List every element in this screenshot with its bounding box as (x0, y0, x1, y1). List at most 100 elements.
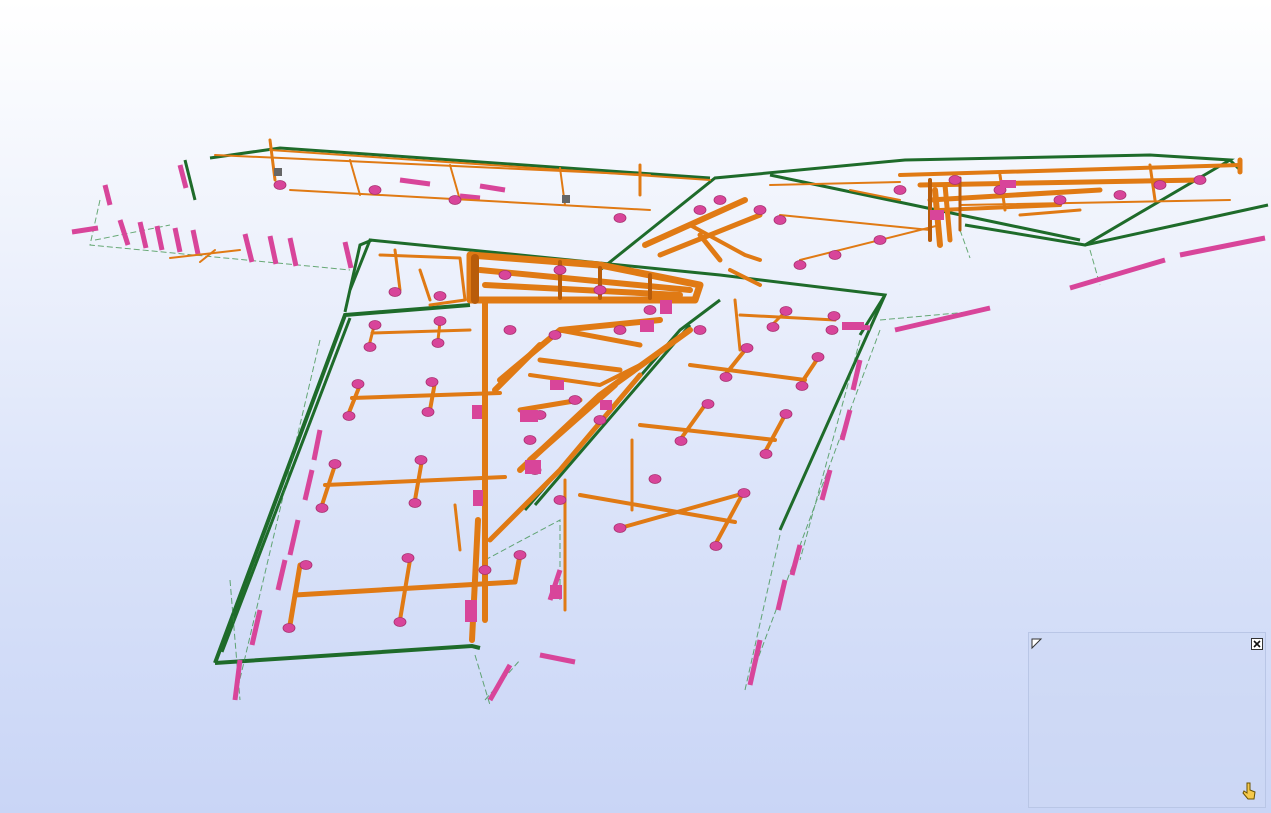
resize-corner-icon[interactable] (1031, 635, 1043, 650)
sprinkler-head (363, 342, 377, 352)
duct-bar (789, 544, 803, 576)
sprinkler-head (368, 185, 382, 195)
duct-bar (487, 663, 513, 702)
pipe (418, 268, 432, 302)
sprinkler-head (553, 265, 567, 275)
sprinkler-head (713, 195, 727, 205)
duct-bar (172, 227, 183, 253)
pipe-network (169, 138, 1243, 643)
pipe (453, 503, 462, 552)
sprinkler-head (431, 338, 445, 348)
pipe (289, 189, 651, 211)
pipe (346, 383, 362, 417)
duct-bar (287, 237, 299, 267)
sprinkler-head (779, 306, 793, 316)
pipe (557, 327, 643, 348)
pipe (537, 357, 623, 373)
sprinkler-head (893, 185, 907, 195)
duct-bar (249, 609, 263, 646)
duct-bar (267, 235, 279, 265)
pipe (688, 363, 807, 382)
duct-bar (1069, 257, 1166, 291)
sprinkler-head (368, 320, 382, 330)
sprinkler-head (737, 488, 751, 498)
equipment-block (930, 210, 944, 220)
gray-marker (274, 168, 282, 176)
duct-bar (177, 164, 189, 189)
sprinkler-head (793, 260, 807, 270)
equipment-block (600, 400, 612, 410)
pipe (799, 224, 941, 261)
sprinkler-head (553, 495, 567, 505)
pipe (798, 356, 820, 387)
gray-marker (562, 195, 570, 203)
duct-bar (399, 177, 431, 187)
pipe (938, 203, 1062, 212)
equipment-block (525, 460, 541, 474)
pipe (350, 391, 502, 400)
sprinkler-head (503, 325, 517, 335)
duct-bar (190, 229, 201, 255)
sprinkler-head (753, 205, 767, 215)
pipe (898, 163, 1242, 177)
sprinkler-head (414, 455, 428, 465)
duct-bar (459, 193, 481, 201)
equipment-block (550, 380, 564, 390)
duct-bar (775, 579, 788, 611)
duct-bar (71, 225, 99, 235)
sprinkler-head (719, 372, 733, 382)
sprinkler-head (523, 435, 537, 445)
sprinkler-head (593, 415, 607, 425)
pipe (678, 403, 707, 442)
sprinkler-head (773, 215, 787, 225)
duct-bar (154, 225, 165, 251)
sprinkler-head (299, 560, 313, 570)
duct-bar (479, 183, 506, 193)
sprinkler-head (759, 449, 773, 459)
navigation-mini-panel[interactable] (1028, 632, 1266, 808)
pipe (449, 164, 461, 201)
equipment-block (1000, 180, 1016, 188)
equipment-block (520, 410, 538, 422)
pipe (370, 328, 472, 335)
sprinkler-head (873, 235, 887, 245)
sprinkler-head (328, 459, 342, 469)
thin-edge (959, 229, 971, 259)
thin-edges (89, 199, 1101, 706)
sprinkler-head (513, 550, 527, 560)
sprinkler-head (408, 498, 422, 508)
sprinkler-head (709, 541, 723, 551)
sprinkler-head (825, 325, 839, 335)
pipe (769, 181, 901, 186)
wall-outline (1084, 203, 1269, 247)
sprinkler-head (643, 305, 657, 315)
pipe (638, 423, 777, 442)
sprinkler-head (273, 180, 287, 190)
pipe (942, 182, 953, 243)
duct-bar (302, 469, 315, 501)
sprinkler-head (282, 623, 296, 633)
sprinkler-head (568, 395, 582, 405)
wall-outline (183, 159, 197, 201)
close-icon[interactable] (1251, 635, 1263, 650)
sprinkler-head (948, 175, 962, 185)
sprinkler-head (433, 291, 447, 301)
sprinkler-head (693, 205, 707, 215)
pipe (763, 413, 787, 454)
sprinkler-head (351, 379, 365, 389)
pipe (927, 187, 1103, 203)
duct-bar (839, 409, 853, 441)
wall-outline (533, 324, 692, 506)
duct-bar (539, 652, 576, 665)
duct-bar (342, 241, 354, 269)
duct-bar (894, 305, 991, 333)
pointer-cursor-icon[interactable] (1241, 781, 1257, 801)
sprinkler-head (613, 213, 627, 223)
duct-bar (102, 184, 113, 206)
sprinkler-head (421, 407, 435, 417)
sprinkler-head (701, 399, 715, 409)
duct-bar (232, 659, 243, 701)
pipe (959, 199, 1231, 206)
thin-edge (89, 199, 351, 271)
sprinkler-head (478, 565, 492, 575)
